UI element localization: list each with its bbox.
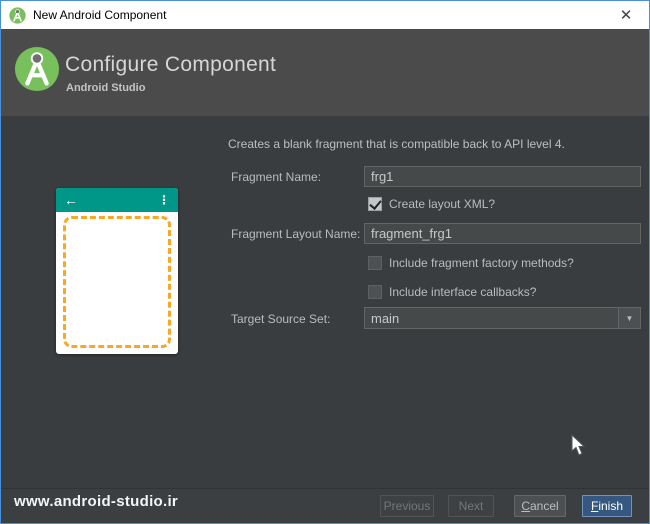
wizard-header: Configure Component Android Studio	[1, 29, 649, 116]
close-button[interactable]: ✕	[603, 1, 649, 29]
wizard-content: Creates a blank fragment that is compati…	[1, 116, 649, 489]
wizard-footer: www.android-studio.ir Previous Next Canc…	[1, 488, 649, 523]
finish-button[interactable]: Finish	[582, 495, 632, 517]
cancel-button[interactable]: Cancel	[514, 495, 566, 517]
preview-appbar: ← ⋮	[56, 188, 178, 212]
target-source-set-combobox[interactable]: main ▼	[364, 307, 641, 329]
component-preview: ← ⋮	[56, 188, 178, 354]
window-title: New Android Component	[33, 8, 167, 22]
android-studio-logo-icon	[14, 46, 60, 92]
include-interface-callbacks-checkbox[interactable]	[368, 285, 382, 299]
component-description: Creates a blank fragment that is compati…	[228, 137, 565, 151]
create-layout-xml-row[interactable]: Create layout XML?	[368, 197, 495, 211]
create-layout-xml-checkbox[interactable]	[368, 197, 382, 211]
fragment-layout-name-label: Fragment Layout Name:	[231, 227, 361, 241]
overflow-menu-icon: ⋮	[158, 193, 170, 207]
preview-fragment-outline	[63, 216, 171, 348]
android-studio-app-icon	[9, 6, 26, 24]
new-android-component-dialog: { "window": { "title": "New Android Comp…	[0, 0, 650, 524]
fragment-name-input[interactable]	[364, 166, 641, 187]
include-interface-callbacks-row[interactable]: Include interface callbacks?	[368, 285, 536, 299]
fragment-name-label: Fragment Name:	[231, 170, 322, 184]
target-source-set-value: main	[371, 310, 400, 326]
page-subtitle: Android Studio	[66, 82, 146, 94]
create-layout-xml-label: Create layout XML?	[389, 197, 496, 211]
previous-button[interactable]: Previous	[380, 495, 434, 517]
dropdown-button[interactable]: ▼	[618, 308, 640, 328]
mouse-cursor	[571, 434, 586, 456]
back-arrow-icon: ←	[64, 192, 78, 208]
next-button[interactable]: Next	[448, 495, 494, 517]
window-titlebar: New Android Component ✕	[1, 1, 649, 29]
close-icon: ✕	[619, 7, 633, 24]
target-source-set-label: Target Source Set:	[231, 312, 331, 326]
watermark-text: www.android-studio.ir	[14, 493, 179, 510]
include-interface-callbacks-label: Include interface callbacks?	[389, 285, 537, 299]
preview-body	[56, 212, 178, 354]
include-factory-methods-row[interactable]: Include fragment factory methods?	[368, 256, 574, 270]
page-title: Configure Component	[65, 53, 277, 76]
include-factory-methods-checkbox[interactable]	[368, 256, 382, 270]
chevron-down-icon: ▼	[625, 313, 634, 323]
include-factory-methods-label: Include fragment factory methods?	[389, 256, 574, 270]
fragment-layout-name-input[interactable]	[364, 223, 641, 244]
